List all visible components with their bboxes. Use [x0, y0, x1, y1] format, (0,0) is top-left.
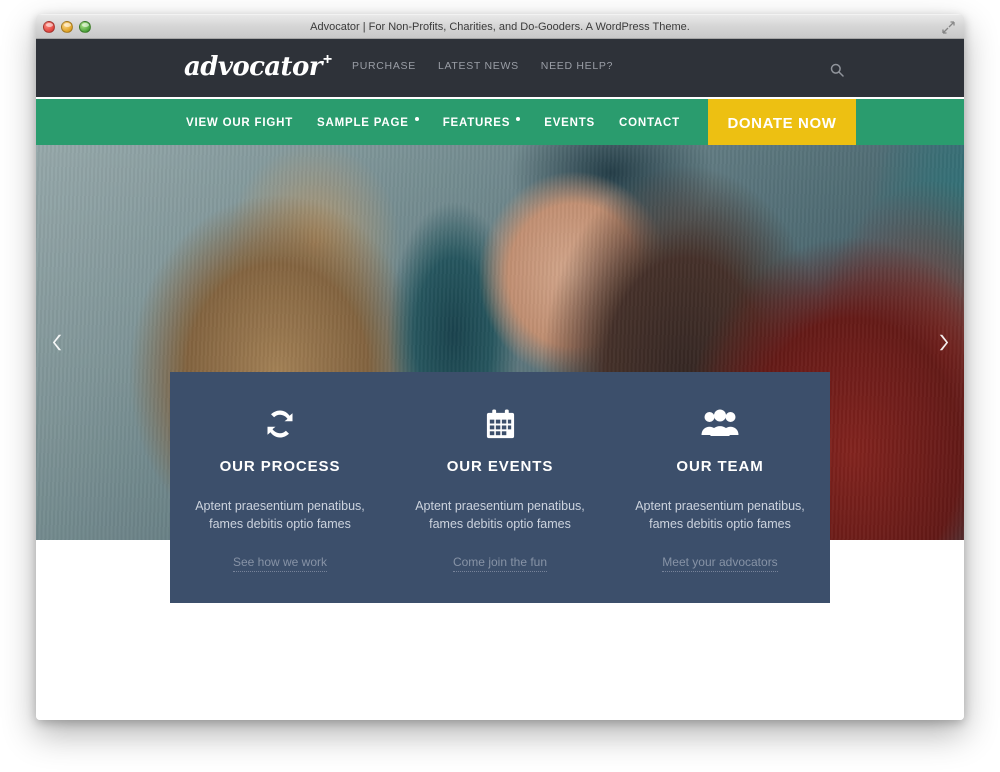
- logo-text: advocator: [184, 52, 322, 82]
- feature-link-meet-your-advocators[interactable]: Meet your advocators: [662, 555, 778, 573]
- logo-plus: +: [322, 51, 332, 68]
- site-logo[interactable]: advocator+: [184, 51, 332, 82]
- donate-now-button[interactable]: DONATE NOW: [708, 99, 856, 147]
- utility-link-need-help[interactable]: NEED HELP?: [541, 60, 613, 72]
- window-title: Advocator | For Non-Profits, Charities, …: [310, 21, 690, 33]
- nav-item-sample-page[interactable]: SAMPLE PAGE: [317, 117, 419, 129]
- primary-nav-bar: VIEW OUR FIGHT SAMPLE PAGE FEATURES EVEN…: [36, 97, 964, 147]
- chevron-left-icon[interactable]: [46, 330, 68, 356]
- utility-link-purchase[interactable]: PURCHASE: [352, 60, 416, 72]
- chevron-right-icon[interactable]: [932, 330, 954, 356]
- feature-card-our-process: OUR PROCESS Aptent praesentium penatibus…: [170, 372, 390, 603]
- nav-item-events[interactable]: EVENTS: [544, 117, 595, 129]
- feature-panel: OUR PROCESS Aptent praesentium penatibus…: [170, 372, 830, 603]
- window-titlebar: Advocator | For Non-Profits, Charities, …: [36, 14, 964, 39]
- search-icon[interactable]: [830, 63, 844, 77]
- page-viewport: advocator+ PURCHASE LATEST NEWS NEED HEL…: [36, 39, 964, 720]
- nav-item-contact[interactable]: CONTACT: [619, 117, 680, 129]
- feature-card-our-team: OUR TEAM Aptent praesentium penatibus, f…: [610, 372, 830, 603]
- site-header: advocator+ PURCHASE LATEST NEWS NEED HEL…: [36, 39, 964, 97]
- feature-description: Aptent praesentium penatibus, fames debi…: [635, 499, 805, 532]
- primary-nav: VIEW OUR FIGHT SAMPLE PAGE FEATURES EVEN…: [186, 99, 680, 147]
- calendar-icon: [408, 404, 592, 444]
- utility-link-latest-news[interactable]: LATEST NEWS: [438, 60, 519, 72]
- feature-title: OUR EVENTS: [446, 458, 554, 475]
- browser-window: Advocator | For Non-Profits, Charities, …: [36, 14, 964, 720]
- feature-description: Aptent praesentium penatibus, fames debi…: [195, 499, 365, 532]
- feature-card-our-events: OUR EVENTS Aptent praesentium penatibus,…: [390, 372, 610, 603]
- feature-title: OUR TEAM: [676, 458, 764, 475]
- utility-nav: PURCHASE LATEST NEWS NEED HELP?: [352, 60, 613, 72]
- feature-link-see-how-we-work[interactable]: See how we work: [232, 555, 328, 573]
- feature-link-come-join-the-fun[interactable]: Come join the fun: [452, 555, 548, 573]
- expand-diagonal-icon[interactable]: [942, 21, 955, 34]
- feature-description: Aptent praesentium penatibus, fames debi…: [415, 499, 585, 532]
- users-group-icon: [628, 404, 812, 444]
- feature-title: OUR PROCESS: [219, 458, 341, 475]
- refresh-cycle-icon: [188, 404, 372, 444]
- nav-item-view-our-fight[interactable]: VIEW OUR FIGHT: [186, 117, 293, 129]
- desktop-background: Advocator | For Non-Profits, Charities, …: [0, 0, 1000, 772]
- nav-item-features[interactable]: FEATURES: [443, 117, 521, 129]
